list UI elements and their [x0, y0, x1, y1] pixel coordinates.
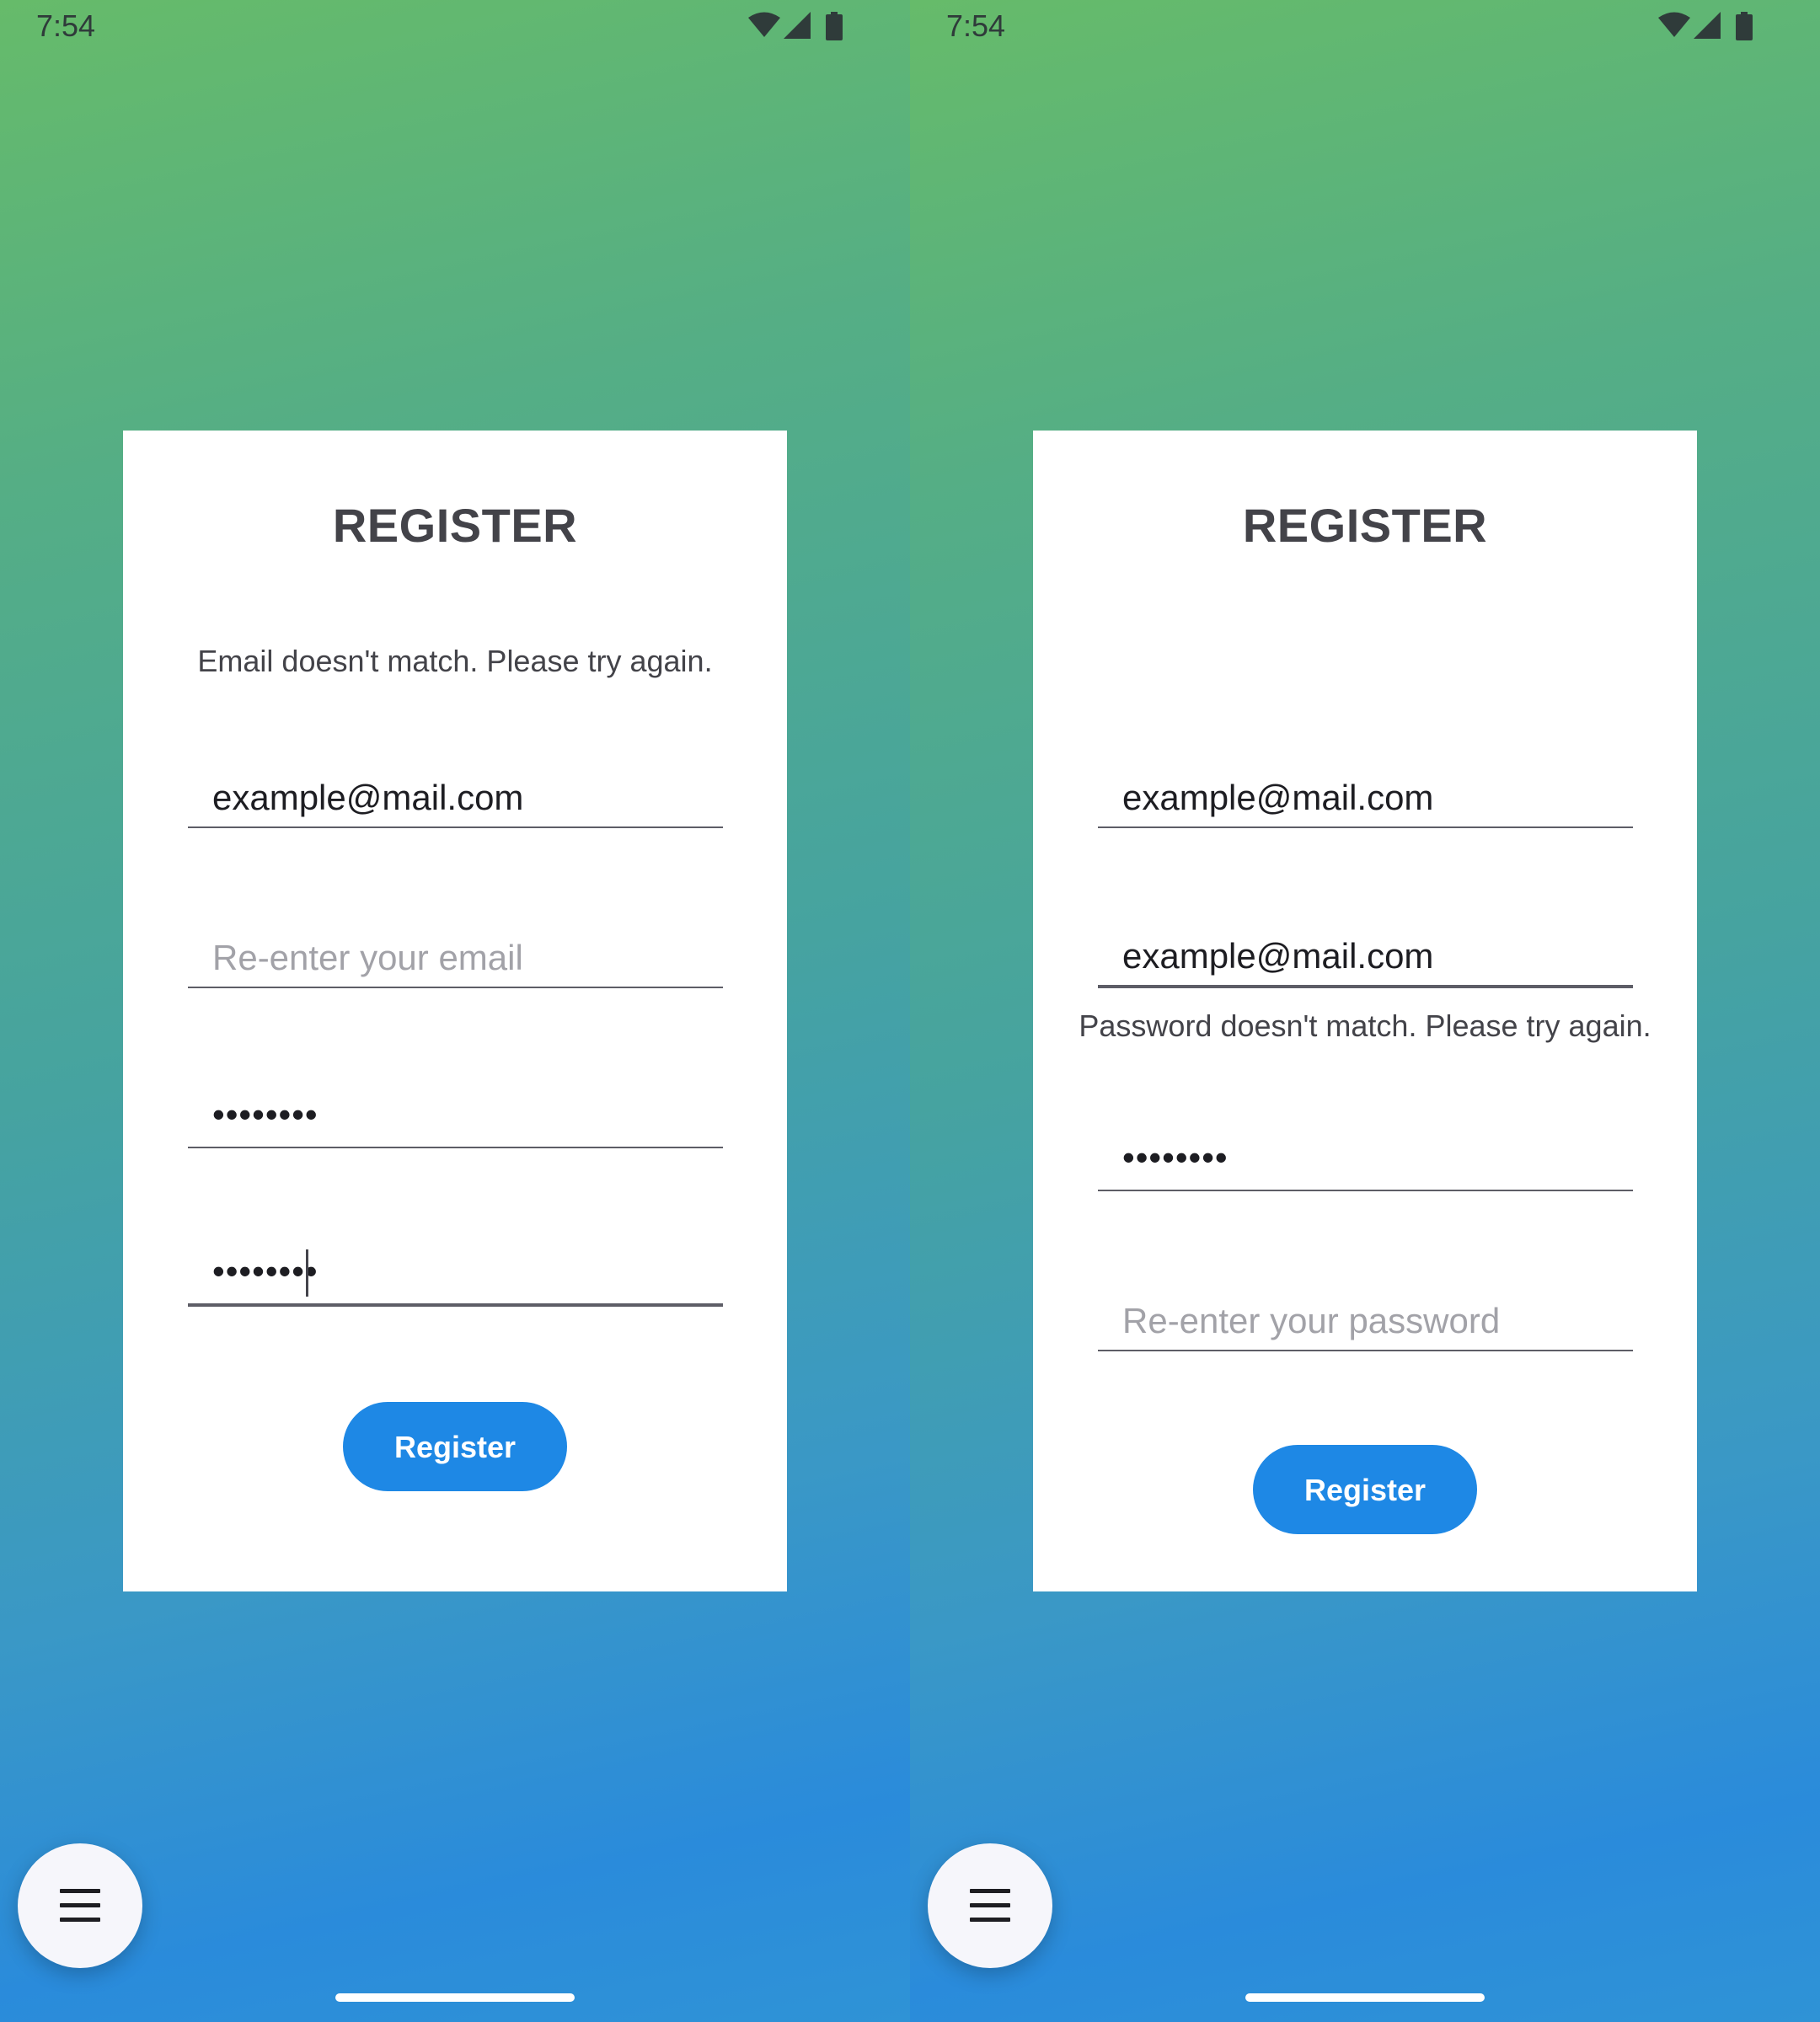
- error-message: Email doesn't match. Please try again.: [197, 644, 713, 678]
- confirm-password-field[interactable]: ••••••••: [188, 1239, 723, 1307]
- status-icons: [748, 12, 858, 40]
- password-field[interactable]: ••••••••: [188, 1081, 723, 1148]
- register-button[interactable]: Register: [1253, 1445, 1477, 1534]
- wifi-icon: [1658, 12, 1690, 37]
- menu-icon: [970, 1889, 1010, 1923]
- battery-icon: [826, 12, 843, 40]
- email-field-value: example@mail.com: [212, 778, 524, 817]
- status-time: 7:54: [36, 8, 96, 43]
- status-bar: 7:54: [0, 0, 910, 54]
- signal-icon: [1694, 12, 1721, 39]
- register-card: REGISTER Email doesn't match. Please try…: [123, 431, 787, 1591]
- email-field[interactable]: example@mail.com: [188, 761, 723, 828]
- confirm-password-field[interactable]: Re-enter your password: [1098, 1284, 1633, 1351]
- register-card: REGISTER example@mail.com example@mail.c…: [1033, 431, 1697, 1591]
- password-field-value: ••••••••: [212, 1094, 318, 1134]
- battery-icon: [1736, 12, 1753, 40]
- register-button[interactable]: Register: [343, 1402, 567, 1491]
- page-title: REGISTER: [332, 499, 578, 552]
- home-indicator[interactable]: [1245, 1993, 1485, 2002]
- menu-fab-button[interactable]: [18, 1843, 142, 1968]
- screen-email-mismatch: 7:54 REGISTER Email doesn't match. Pleas…: [0, 0, 910, 2022]
- text-caret: [306, 1249, 308, 1297]
- email-field[interactable]: example@mail.com: [1098, 761, 1633, 828]
- confirm-email-field[interactable]: example@mail.com: [1098, 921, 1633, 988]
- confirm-email-field[interactable]: Re-enter your email: [188, 921, 723, 988]
- status-time: 7:54: [946, 8, 1006, 43]
- confirm-email-placeholder: Re-enter your email: [212, 938, 523, 977]
- confirm-password-placeholder: Re-enter your password: [1122, 1301, 1501, 1340]
- menu-fab-button[interactable]: [928, 1843, 1052, 1968]
- confirm-password-field-value: ••••••••: [212, 1251, 318, 1291]
- wifi-icon: [748, 12, 780, 37]
- error-message: Password doesn't match. Please try again…: [1079, 1008, 1651, 1043]
- password-field[interactable]: ••••••••: [1098, 1124, 1633, 1191]
- home-indicator[interactable]: [335, 1993, 575, 2002]
- signal-icon: [784, 12, 811, 39]
- confirm-email-field-value: example@mail.com: [1122, 936, 1434, 976]
- menu-icon: [60, 1889, 100, 1923]
- status-icons: [1658, 12, 1768, 40]
- screen-password-mismatch: 7:54 REGISTER example@mail.com example@m…: [910, 0, 1820, 2022]
- page-title: REGISTER: [1242, 499, 1488, 552]
- password-field-value: ••••••••: [1122, 1137, 1228, 1177]
- email-field-value: example@mail.com: [1122, 778, 1434, 817]
- status-bar: 7:54: [910, 0, 1820, 54]
